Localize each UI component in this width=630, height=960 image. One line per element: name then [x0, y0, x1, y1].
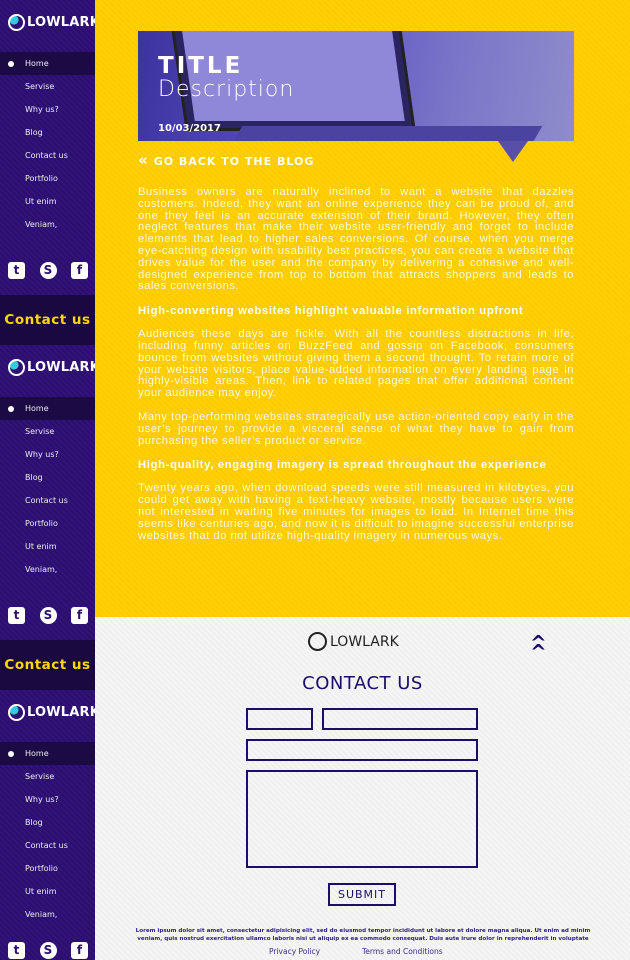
contact-us-button[interactable]: Contact us	[0, 295, 95, 345]
footer-logo[interactable]: LOWLARK	[308, 632, 399, 651]
hero-date: 10/03/2017	[158, 123, 221, 134]
contact-title: CONTACT US	[302, 673, 423, 694]
sidebar-item-veniam[interactable]: Veniam,	[0, 558, 95, 581]
sidebar-item-servise[interactable]: Servise	[0, 420, 95, 443]
paragraph: Audiences these days are fickle. With al…	[138, 328, 574, 400]
nav-menu: Home Servise Why us? Blog Contact us Por…	[0, 742, 95, 926]
sidebar-item-contact[interactable]: Contact us	[0, 834, 95, 857]
sidebar-block: LOWLARK Home Servise Why us? Blog Contac…	[0, 690, 100, 960]
sidebar-item-home[interactable]: Home	[0, 397, 95, 420]
paragraph: Business owners are naturally inclined t…	[138, 186, 574, 293]
logo-text: LOWLARK	[27, 15, 101, 30]
contact-us-button[interactable]: Contact us	[0, 640, 95, 690]
sidebar-block: LOWLARK Home Servise Why us? Blog Contac…	[0, 0, 100, 345]
sidebar-item-ut-enim[interactable]: Ut enim	[0, 535, 95, 558]
nav-menu: Home Servise Why us? Blog Contact us Por…	[0, 397, 95, 581]
sidebar-item-contact[interactable]: Contact us	[0, 144, 95, 167]
sidebar-item-servise[interactable]: Servise	[0, 765, 95, 788]
sidebar-item-servise[interactable]: Servise	[0, 75, 95, 98]
sidebar-item-ut-enim[interactable]: Ut enim	[0, 190, 95, 213]
back-to-blog-link[interactable]: « GO BACK TO THE BLOG	[138, 151, 314, 169]
twitter-icon[interactable]: t	[8, 607, 25, 624]
scroll-top-icon[interactable]: ^ ^	[530, 633, 547, 662]
logo-icon	[8, 704, 25, 721]
privacy-policy-link[interactable]: Privacy Policy	[269, 947, 320, 956]
last-name-input[interactable]	[322, 708, 478, 730]
social-links: t S f	[8, 607, 88, 624]
submit-button[interactable]: SUBMIT	[328, 883, 396, 906]
sidebar: LOWLARK Home Servise Why us? Blog Contac…	[0, 0, 100, 960]
email-input[interactable]	[246, 739, 478, 761]
message-textarea[interactable]	[246, 770, 478, 868]
sidebar-item-why-us[interactable]: Why us?	[0, 443, 95, 466]
hero-description: Description	[158, 77, 295, 102]
logo[interactable]: LOWLARK	[8, 14, 100, 31]
logo-icon	[8, 359, 25, 376]
sidebar-item-portfolio[interactable]: Portfolio	[0, 167, 95, 190]
facebook-icon[interactable]: f	[71, 942, 88, 959]
sidebar-item-home[interactable]: Home	[0, 52, 95, 75]
contact-footer: LOWLARK ^ ^ CONTACT US SUBMIT Lorem ipsum…	[95, 617, 630, 960]
footer-text: Lorem ipsum dolor sit amet, consectetur …	[135, 928, 591, 942]
logo-icon	[8, 14, 25, 31]
social-links: t S f	[8, 262, 88, 279]
double-chevron-left-icon: «	[138, 151, 149, 169]
section-heading: High-converting websites highlight valua…	[138, 305, 524, 318]
page: LOWLARK Home Servise Why us? Blog Contac…	[0, 0, 630, 960]
sidebar-item-portfolio[interactable]: Portfolio	[0, 857, 95, 880]
terms-link[interactable]: Terms and Conditions	[362, 947, 443, 956]
sidebar-item-contact[interactable]: Contact us	[0, 489, 95, 512]
hero-banner: TITLE Description 10/03/2017	[138, 31, 574, 141]
hero-title: TITLE	[158, 53, 244, 79]
twitter-icon[interactable]: t	[8, 262, 25, 279]
back-link-label: GO BACK TO THE BLOG	[153, 155, 315, 168]
skype-icon[interactable]: S	[39, 607, 57, 624]
paragraph: Twenty years ago, when download speeds w…	[138, 482, 574, 542]
skype-icon[interactable]: S	[39, 262, 57, 279]
sidebar-item-why-us[interactable]: Why us?	[0, 788, 95, 811]
sidebar-block: LOWLARK Home Servise Why us? Blog Contac…	[0, 345, 100, 690]
sidebar-item-why-us[interactable]: Why us?	[0, 98, 95, 121]
sidebar-item-blog[interactable]: Blog	[0, 121, 95, 144]
logo-text: LOWLARK	[27, 705, 101, 720]
section-heading: High-quality, engaging imagery is spread…	[138, 459, 547, 472]
facebook-icon[interactable]: f	[71, 262, 88, 279]
skype-icon[interactable]: S	[39, 942, 57, 959]
logo-text: LOWLARK	[27, 360, 101, 375]
sidebar-item-veniam[interactable]: Veniam,	[0, 903, 95, 926]
sidebar-item-ut-enim[interactable]: Ut enim	[0, 880, 95, 903]
hero-image-keyboard	[233, 126, 543, 141]
sidebar-item-home[interactable]: Home	[0, 742, 95, 765]
logo[interactable]: LOWLARK	[8, 359, 100, 376]
facebook-icon[interactable]: f	[71, 607, 88, 624]
sidebar-item-blog[interactable]: Blog	[0, 466, 95, 489]
sidebar-item-blog[interactable]: Blog	[0, 811, 95, 834]
logo-text: LOWLARK	[330, 633, 399, 650]
twitter-icon[interactable]: t	[8, 942, 25, 959]
first-name-input[interactable]	[246, 708, 313, 730]
article-section: TITLE Description 10/03/2017 « GO BACK TO…	[95, 0, 630, 617]
nav-menu: Home Servise Why us? Blog Contact us Por…	[0, 52, 95, 236]
sidebar-item-veniam[interactable]: Veniam,	[0, 213, 95, 236]
banner-notch	[498, 141, 528, 162]
sidebar-item-portfolio[interactable]: Portfolio	[0, 512, 95, 535]
social-links: t S f	[8, 942, 88, 959]
paragraph: Many top-performing websites strategical…	[138, 410, 574, 447]
logo[interactable]: LOWLARK	[8, 704, 100, 721]
article-body: Business owners are naturally inclined t…	[138, 186, 574, 554]
logo-icon	[308, 632, 327, 651]
